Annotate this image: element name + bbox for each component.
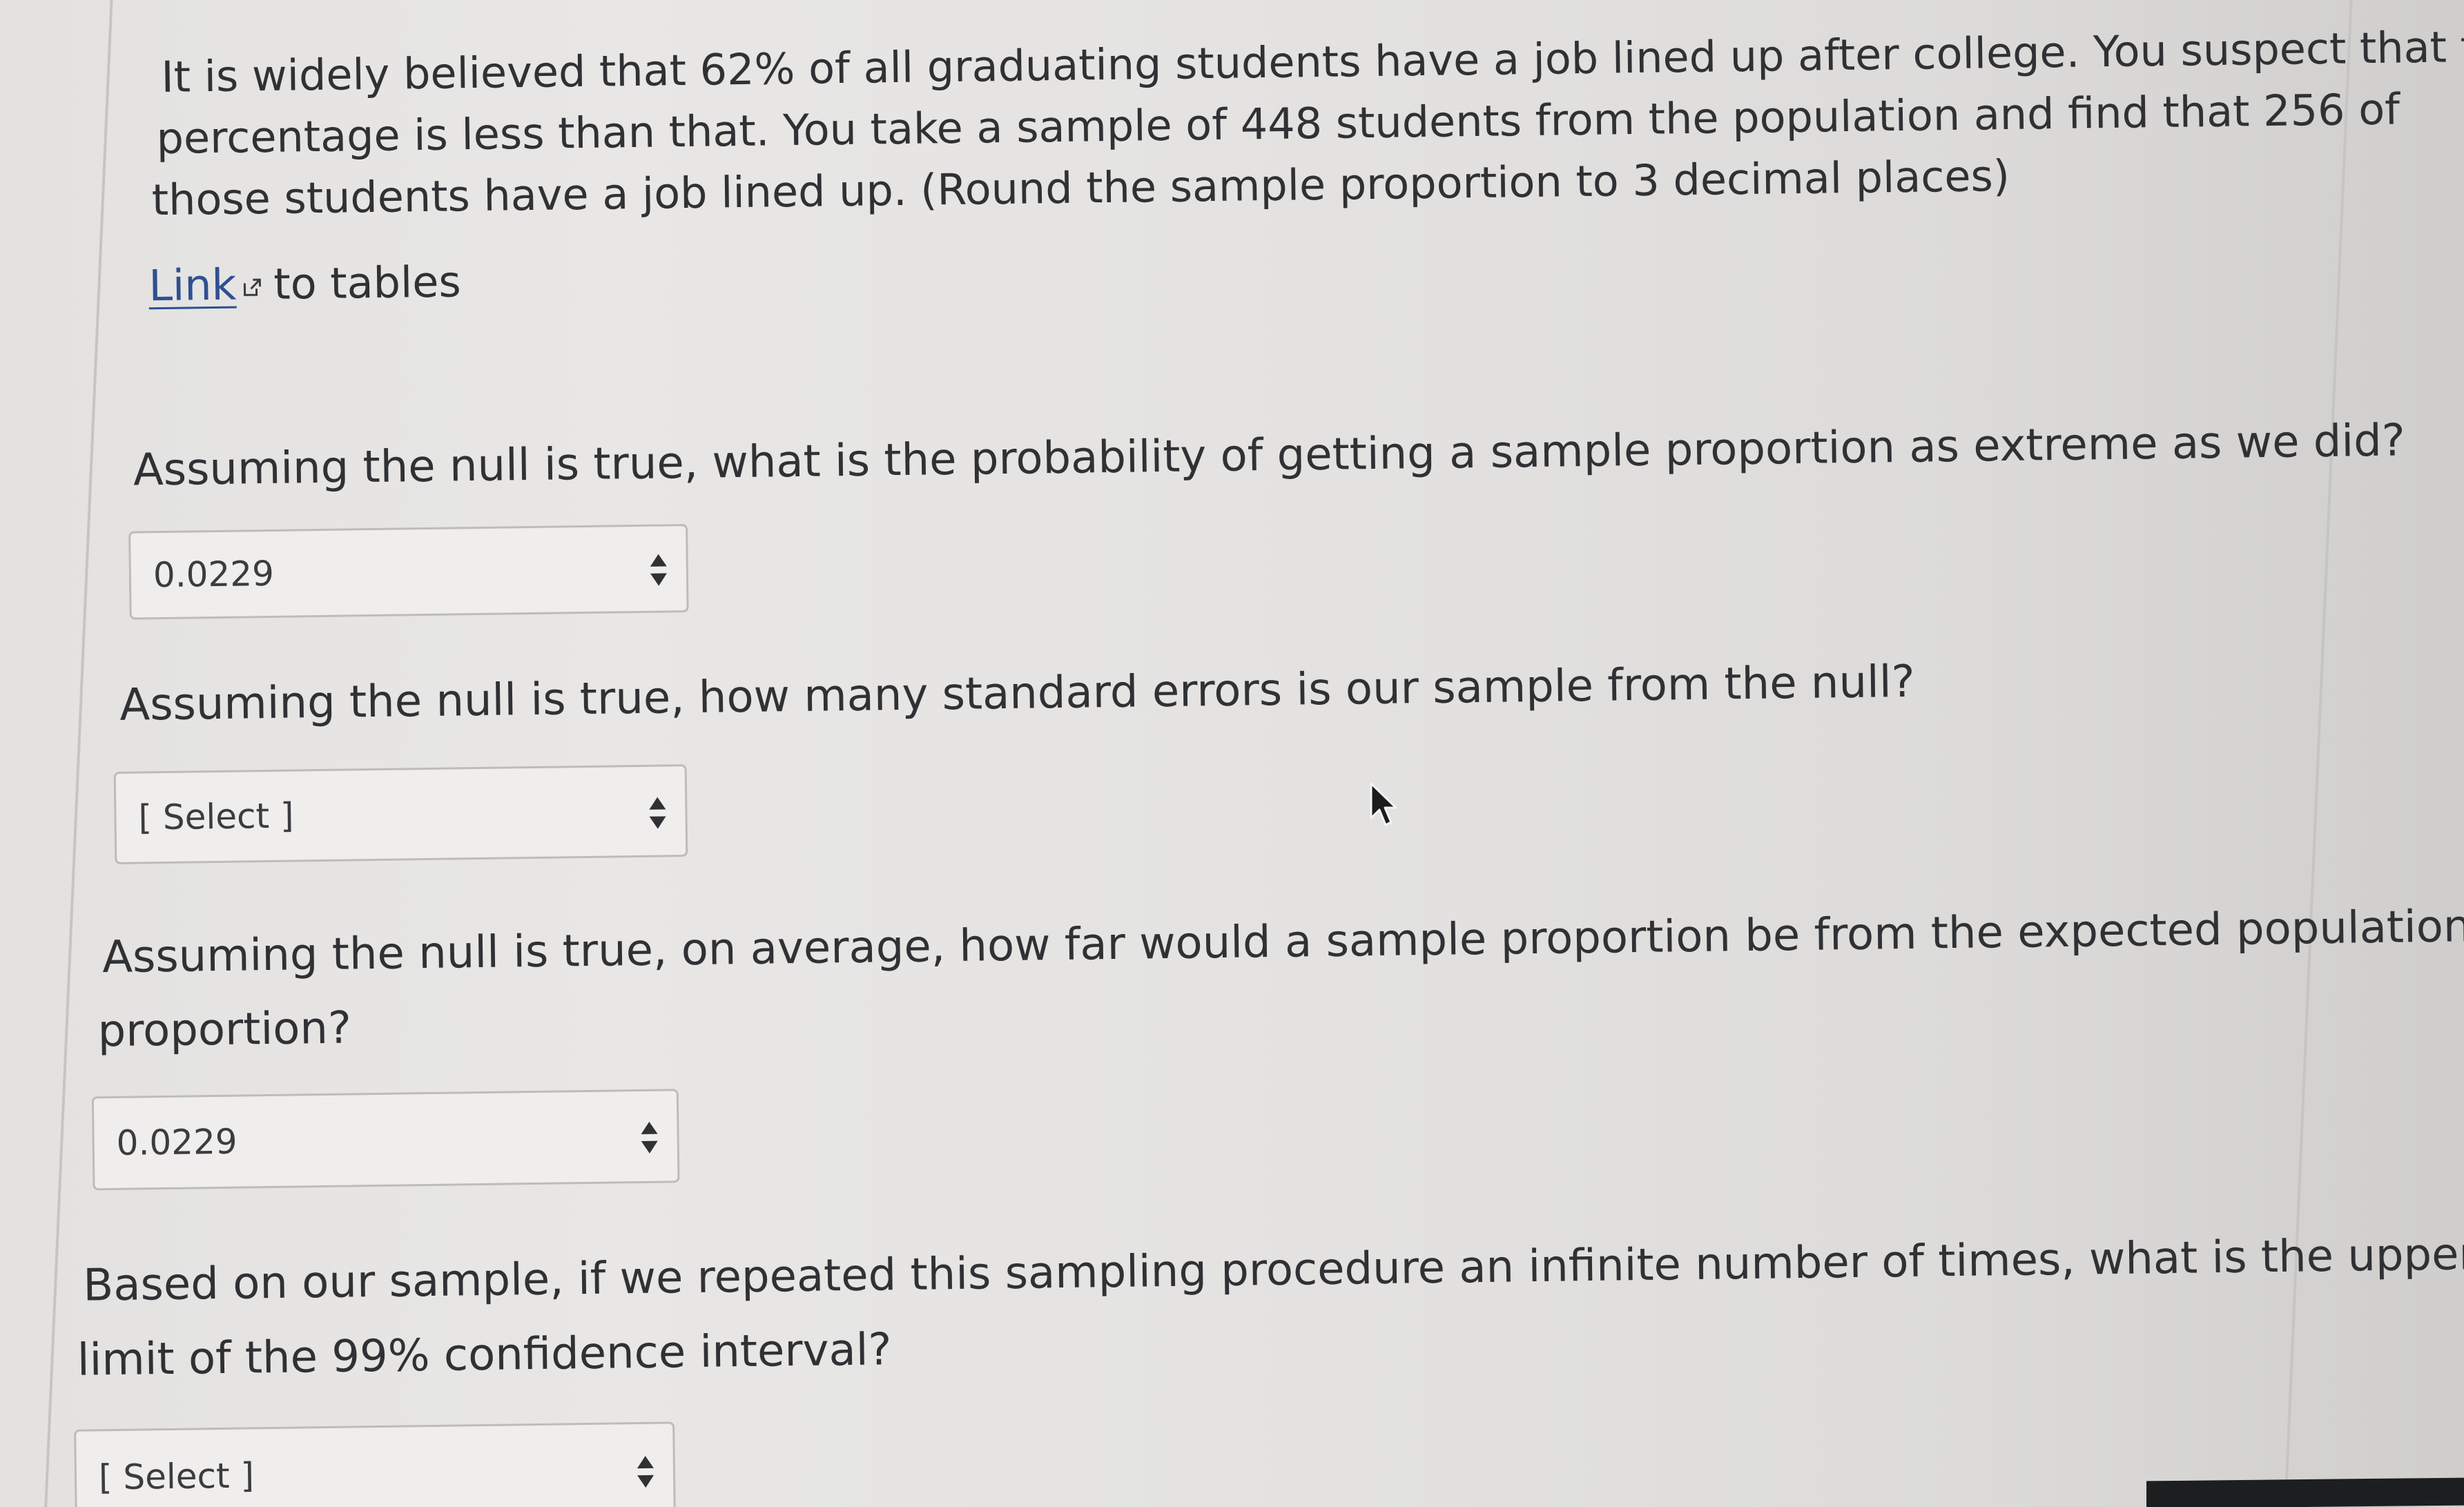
question-1-text: Assuming the null is true, what is the p… (133, 415, 2406, 496)
question-2-selected-value: [ Select ] (138, 795, 294, 838)
question-3-text-line-2: proportion? (97, 1002, 352, 1058)
question-4-dropdown[interactable]: [ Select ] (74, 1421, 676, 1507)
sort-arrows-icon (649, 797, 666, 829)
question-4-text-line-2: limit of the 99% confidence interval? (77, 1324, 892, 1386)
tables-link[interactable]: Link (148, 260, 237, 311)
sort-arrows-icon (637, 1455, 654, 1488)
question-2-text: Assuming the null is true, how many stan… (119, 656, 1916, 731)
question-4-text-line-1: Based on our sample, if we repeated this… (82, 1229, 2464, 1312)
tables-link-suffix: to tables (273, 256, 462, 309)
question-1-selected-value: 0.0229 (153, 553, 275, 596)
external-link-icon (243, 278, 261, 296)
question-4-selected-value: [ Select ] (98, 1455, 255, 1498)
question-3-dropdown[interactable]: 0.0229 (91, 1089, 680, 1191)
screen-bezel (2146, 1477, 2464, 1507)
quiz-screen: It is widely believed that 62% of all gr… (0, 0, 2464, 1507)
quiz-content: It is widely believed that 62% of all gr… (0, 0, 2464, 1507)
sort-arrows-icon (641, 1121, 658, 1154)
question-3-selected-value: 0.0229 (116, 1121, 238, 1163)
question-1-dropdown[interactable]: 0.0229 (128, 524, 689, 620)
question-3-text-line-1: Assuming the null is true, on average, h… (101, 901, 2464, 984)
question-2-dropdown[interactable]: [ Select ] (113, 764, 688, 864)
tables-link-line: Link to tables (148, 251, 461, 317)
mouse-pointer-icon (1370, 782, 1397, 826)
sort-arrows-icon (650, 554, 667, 586)
